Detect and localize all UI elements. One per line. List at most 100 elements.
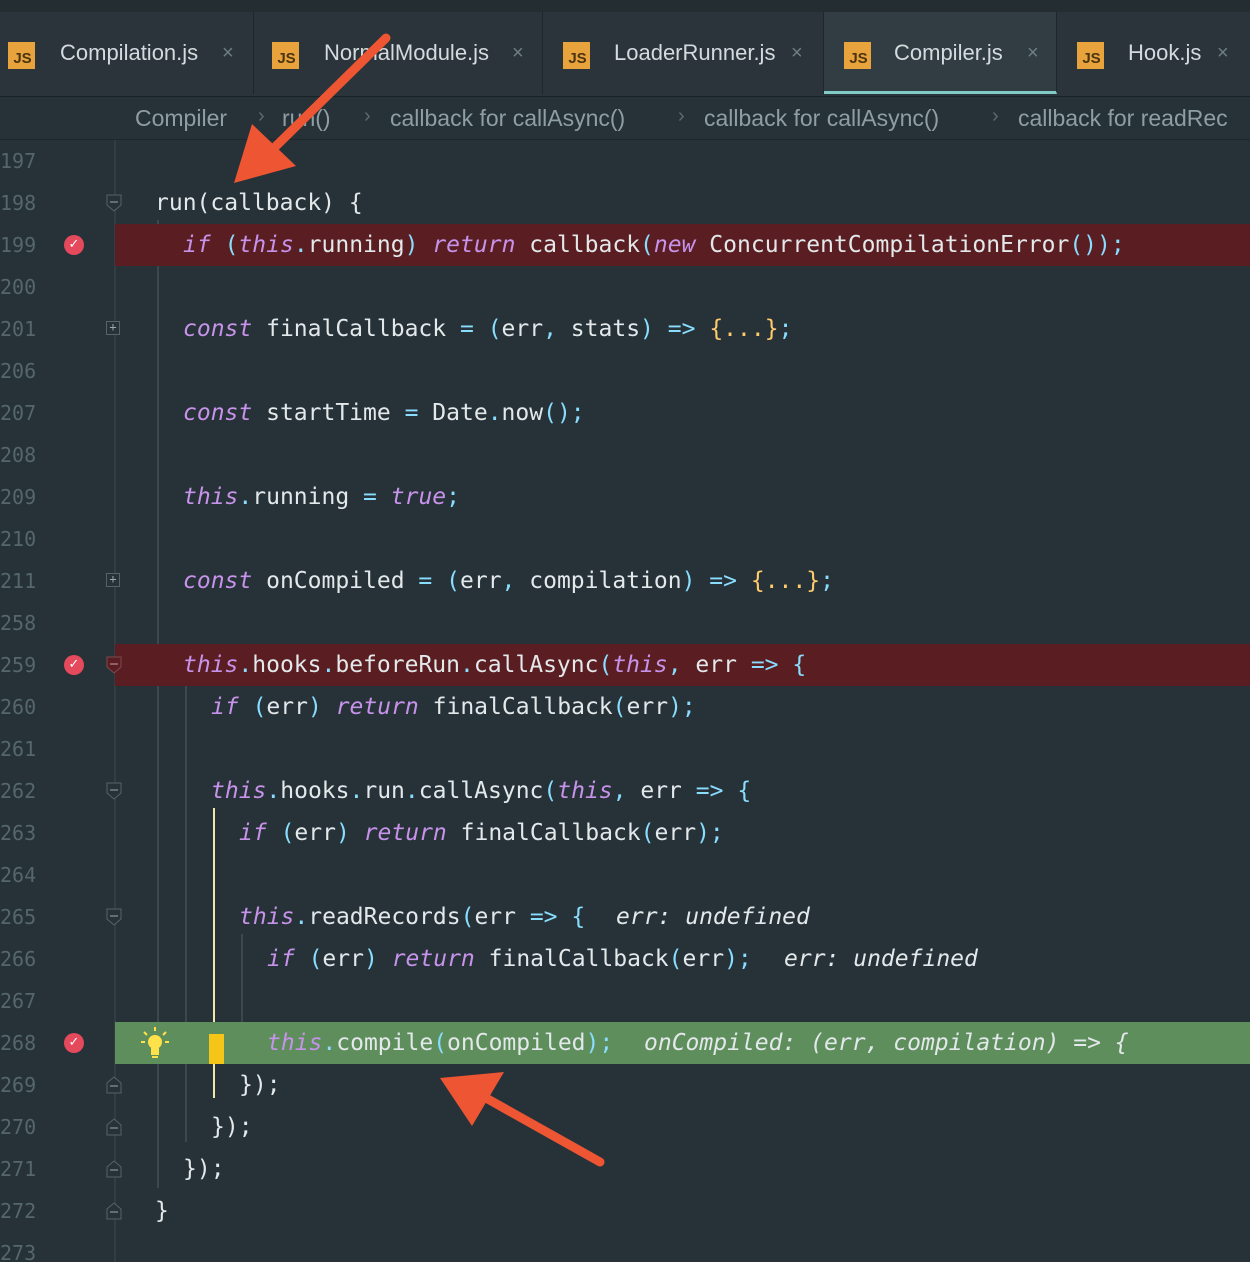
- javascript-file-icon: JS: [1077, 42, 1104, 69]
- tab-bar-top-strip: [0, 0, 1250, 12]
- close-icon[interactable]: ×: [1027, 42, 1039, 65]
- breakpoint-icon[interactable]: ✓: [64, 655, 84, 675]
- close-icon[interactable]: ×: [222, 42, 234, 65]
- breakpoint-icon[interactable]: ✓: [64, 1033, 84, 1053]
- line-number: 271: [0, 1157, 37, 1181]
- code-line: 259 ✓ this.hooks.beforeRun.callAsync(thi…: [0, 644, 1250, 686]
- code-line: 266 if (err) return finalCallback(err); …: [0, 938, 1250, 980]
- javascript-file-icon: JS: [563, 42, 590, 69]
- code-text: const startTime = Date.now();: [183, 400, 585, 426]
- debug-inline-value: err: undefined: [784, 946, 978, 972]
- code-text: });: [239, 1072, 281, 1098]
- line-number: 198: [0, 191, 37, 215]
- fold-collapse-icon[interactable]: [106, 194, 122, 212]
- code-line: 273: [0, 1232, 1250, 1262]
- line-number: 258: [0, 611, 37, 635]
- breadcrumb-separator: ›: [678, 105, 685, 127]
- code-text: });: [211, 1114, 253, 1140]
- code-line: 208: [0, 434, 1250, 476]
- fold-end-icon[interactable]: [106, 1160, 122, 1178]
- fold-expand-icon[interactable]: +: [106, 321, 120, 335]
- close-icon[interactable]: ×: [1217, 42, 1229, 65]
- breadcrumb-separator: ›: [364, 105, 371, 127]
- line-number: 262: [0, 779, 37, 803]
- breadcrumb-item[interactable]: Compiler: [135, 105, 227, 132]
- code-text: this.hooks.run.callAsync(this, err => {: [211, 778, 752, 804]
- tab-loaderrunner-js[interactable]: JS LoaderRunner.js ×: [543, 12, 824, 94]
- breadcrumb-item[interactable]: callback for readRec: [1018, 105, 1228, 132]
- code-line: 261: [0, 728, 1250, 770]
- javascript-file-icon: JS: [844, 42, 871, 69]
- tab-normalmodule-js[interactable]: JS NormalModule.js ×: [254, 12, 543, 94]
- line-number: 268: [0, 1031, 37, 1055]
- code-text: }: [155, 1198, 169, 1224]
- code-text: run(callback) {: [155, 190, 363, 216]
- fold-collapse-icon[interactable]: [106, 656, 122, 674]
- debug-inline-value: onCompiled: (err, compilation) => {: [644, 1030, 1129, 1056]
- tab-compilation-js[interactable]: JS Compilation.js ×: [0, 12, 254, 94]
- code-text: if (err) return finalCallback(err);: [267, 946, 752, 972]
- tab-label: Hook.js: [1128, 40, 1202, 65]
- tab-compiler-js[interactable]: JS Compiler.js ×: [824, 12, 1057, 94]
- code-line: 264: [0, 854, 1250, 896]
- line-number: 270: [0, 1115, 37, 1139]
- javascript-file-icon: JS: [8, 42, 35, 69]
- line-number: 201: [0, 317, 37, 341]
- code-line-current-execution: 268 ✓ this.compile(onCompiled); onCompil…: [0, 1022, 1250, 1064]
- line-number: 206: [0, 359, 37, 383]
- fold-end-icon[interactable]: [106, 1118, 122, 1136]
- close-icon[interactable]: ×: [791, 42, 803, 65]
- lightbulb-icon[interactable]: [140, 1026, 170, 1060]
- code-editor[interactable]: 197 198 run(callback) { 199 ✓ if (this.r…: [0, 140, 1250, 1262]
- javascript-file-icon: JS: [272, 42, 299, 69]
- fold-end-icon[interactable]: [106, 1076, 122, 1094]
- code-line: 211 + const onCompiled = (err, compilati…: [0, 560, 1250, 602]
- tab-label: LoaderRunner.js: [614, 40, 776, 65]
- line-number: 260: [0, 695, 37, 719]
- breadcrumb-item[interactable]: run(): [282, 105, 331, 132]
- debug-inline-value: err: undefined: [616, 904, 810, 930]
- line-number: 272: [0, 1199, 37, 1223]
- tab-label: Compiler.js: [894, 40, 1003, 65]
- code-line: 260 if (err) return finalCallback(err);: [0, 686, 1250, 728]
- breadcrumb-item[interactable]: callback for callAsync(): [704, 105, 939, 132]
- code-line: 207 const startTime = Date.now();: [0, 392, 1250, 434]
- fold-collapse-icon[interactable]: [106, 908, 122, 926]
- breadcrumb-item[interactable]: callback for callAsync(): [390, 105, 625, 132]
- tab-label: NormalModule.js: [324, 40, 490, 65]
- code-line: 209 this.running = true;: [0, 476, 1250, 518]
- breadcrumb-separator: ›: [258, 105, 265, 127]
- code-line: 263 if (err) return finalCallback(err);: [0, 812, 1250, 854]
- code-text: this.compile(onCompiled);: [267, 1030, 614, 1056]
- code-line: 210: [0, 518, 1250, 560]
- breakpoint-icon[interactable]: ✓: [64, 235, 84, 255]
- breadcrumb-separator: ›: [992, 105, 999, 127]
- code-line: 197: [0, 140, 1250, 182]
- code-text: const onCompiled = (err, compilation) =>…: [183, 568, 834, 594]
- line-number: 273: [0, 1241, 37, 1262]
- fold-end-icon[interactable]: [106, 1202, 122, 1220]
- line-number: 199: [0, 233, 37, 257]
- line-number: 208: [0, 443, 37, 467]
- code-text: this.hooks.beforeRun.callAsync(this, err…: [183, 652, 807, 678]
- code-line: 200: [0, 266, 1250, 308]
- close-icon[interactable]: ×: [512, 42, 524, 65]
- code-text: this.running = true;: [183, 484, 460, 510]
- line-number: 207: [0, 401, 37, 425]
- line-number: 263: [0, 821, 37, 845]
- tab-hook-js[interactable]: JS Hook.js ×: [1057, 12, 1250, 94]
- line-number: 266: [0, 947, 37, 971]
- line-number: 265: [0, 905, 37, 929]
- tab-label: Compilation.js: [60, 40, 199, 65]
- code-text: });: [183, 1156, 225, 1182]
- code-text: this.readRecords(err => {: [239, 904, 586, 930]
- editor-tab-bar: JS Compilation.js × JS NormalModule.js ×…: [0, 0, 1250, 97]
- line-number: 259: [0, 653, 37, 677]
- line-number: 269: [0, 1073, 37, 1097]
- line-number: 200: [0, 275, 37, 299]
- code-line: 201 + const finalCallback = (err, stats)…: [0, 308, 1250, 350]
- code-line: 258: [0, 602, 1250, 644]
- fold-collapse-icon[interactable]: [106, 782, 122, 800]
- fold-expand-icon[interactable]: +: [106, 573, 120, 587]
- breadcrumb: Compiler › run() › callback for callAsyn…: [0, 97, 1250, 140]
